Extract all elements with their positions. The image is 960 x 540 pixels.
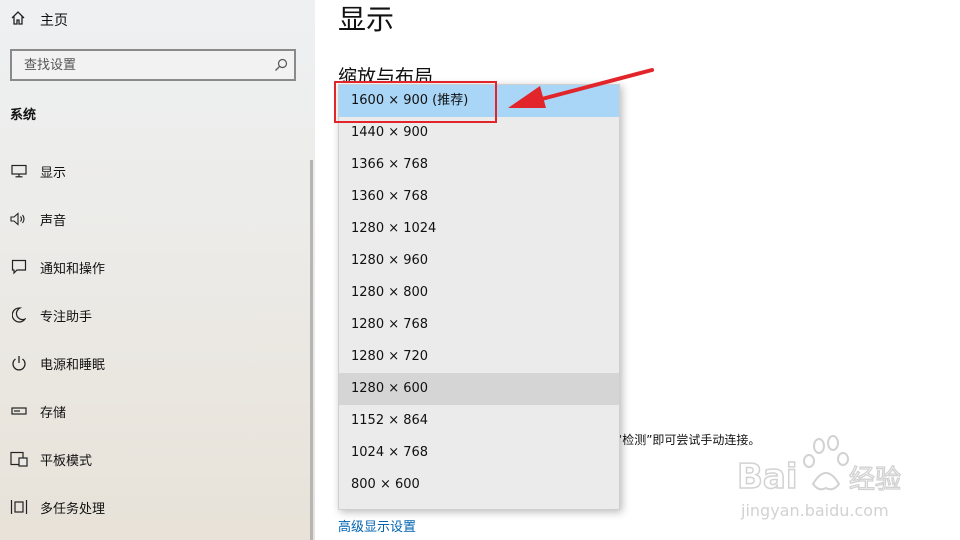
sidebar-item-label: 通知和操作 — [40, 261, 106, 277]
sidebar-scrollbar[interactable] — [310, 160, 313, 540]
power-icon — [10, 355, 28, 371]
speaker-icon — [10, 212, 28, 226]
page-title: 显示 — [338, 3, 395, 36]
storage-icon — [10, 406, 28, 416]
message-icon — [10, 259, 28, 275]
sidebar-item-display[interactable]: 显示 — [10, 157, 300, 185]
sidebar-item-label: 平板模式 — [40, 453, 93, 469]
annotation-highlight-box — [334, 81, 497, 123]
multitask-icon — [10, 499, 28, 515]
sidebar-item-label: 多任务处理 — [40, 501, 106, 517]
tablet-icon — [10, 451, 28, 467]
resolution-option[interactable]: 1280 × 800 — [339, 277, 619, 309]
svg-text:jingyan.baidu.com: jingyan.baidu.com — [740, 501, 889, 520]
annotation-arrow-icon — [508, 68, 654, 108]
resolution-option[interactable]: 800 × 600 — [339, 469, 619, 501]
home-icon — [10, 10, 26, 30]
resolution-option-hovered[interactable]: 1280 × 600 — [339, 373, 619, 405]
resolution-dropdown-list[interactable]: 1600 × 900 (推荐) 1440 × 900 1366 × 768 13… — [338, 84, 620, 510]
sidebar-item-storage[interactable]: 存储 — [10, 397, 300, 425]
monitor-icon — [10, 164, 28, 178]
baidu-jingyan-watermark-icon: Bai 经验 jingyan.baidu.com — [736, 435, 902, 520]
resolution-option[interactable]: 1360 × 768 — [339, 181, 619, 213]
search-icon[interactable] — [268, 58, 294, 72]
resolution-option[interactable]: 1280 × 960 — [339, 245, 619, 277]
sidebar-item-tablet-mode[interactable]: 平板模式 — [10, 445, 300, 473]
sidebar-item-label: 存储 — [40, 405, 67, 421]
system-section-label: 系统 — [10, 108, 37, 123]
advanced-display-settings-link[interactable]: 高级显示设置 — [338, 516, 416, 535]
resolution-option[interactable]: 1280 × 768 — [339, 309, 619, 341]
sidebar-item-label: 声音 — [40, 213, 67, 229]
sidebar-item-label: 专注助手 — [40, 309, 93, 325]
resolution-option[interactable]: 1280 × 720 — [339, 341, 619, 373]
sidebar-item-focus-assist[interactable]: 专注助手 — [10, 301, 300, 329]
sidebar-item-power-sleep[interactable]: 电源和睡眠 — [10, 349, 300, 377]
sidebar-item-sound[interactable]: 声音 — [10, 205, 300, 233]
home-nav-item[interactable]: 主页 — [10, 8, 68, 32]
svg-text:经验: 经验 — [849, 465, 901, 495]
resolution-option[interactable]: 1366 × 768 — [339, 149, 619, 181]
sidebar-item-multitasking[interactable]: 多任务处理 — [10, 493, 300, 521]
settings-sidebar: 主页 系统 显示 声音 通知和操作 专注助手 电源和睡眠 — [0, 0, 315, 540]
svg-text:Bai: Bai — [737, 457, 798, 497]
settings-search-box[interactable] — [10, 49, 296, 81]
resolution-option[interactable]: 1152 × 864 — [339, 405, 619, 437]
sidebar-item-label: 显示 — [40, 165, 67, 181]
sidebar-item-label: 电源和睡眠 — [40, 357, 106, 373]
resolution-option[interactable]: 1280 × 1024 — [339, 213, 619, 245]
moon-icon — [10, 307, 28, 323]
home-label: 主页 — [40, 13, 68, 29]
settings-search-input[interactable] — [22, 56, 268, 74]
resolution-option[interactable]: 1024 × 768 — [339, 437, 619, 469]
sidebar-item-notifications[interactable]: 通知和操作 — [10, 253, 300, 281]
